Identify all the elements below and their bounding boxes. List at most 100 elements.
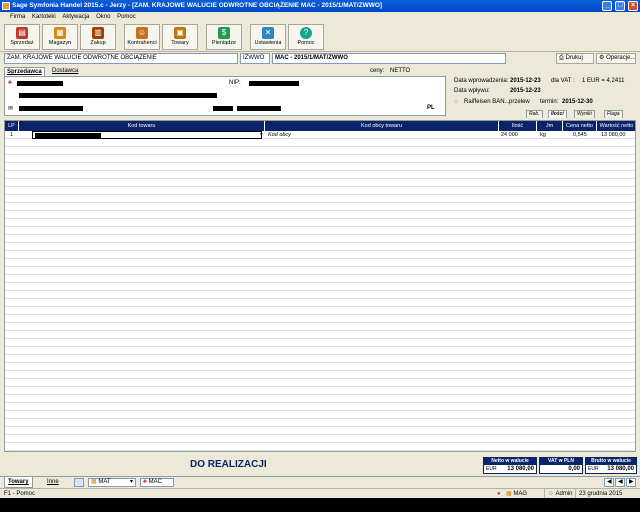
module-icon: ▦: [506, 491, 512, 497]
sales-button[interactable]: ▤ Sprzedaż: [4, 24, 40, 50]
tab-ilosci[interactable]: Ilości: [548, 110, 567, 118]
notes-icon[interactable]: [74, 478, 84, 487]
window-title: Sage Symfonia Handel 2015.c - Jerzy - [Z…: [12, 2, 383, 9]
tab-wyniki[interactable]: Wyniki: [574, 110, 595, 118]
bank-name[interactable]: Raiffeisen BAN...: [464, 99, 510, 105]
close-button[interactable]: ×: [628, 1, 638, 11]
menu-pomoc[interactable]: Pomoc: [117, 12, 136, 22]
minimize-button[interactable]: _: [602, 1, 613, 11]
menu-aktywacja[interactable]: Aktywacja: [62, 12, 89, 22]
document-code-field[interactable]: IZWWO: [240, 53, 270, 64]
envelope-icon: ✉: [8, 106, 14, 112]
redacted-street: [19, 106, 83, 111]
goods-icon: ▣: [174, 27, 186, 39]
taskbar: [0, 498, 640, 512]
invoice-icon: ▤: [16, 27, 28, 39]
status-bar: F1 - Pomoc ● ▦ MAG ☺ Admin 23 grudnia 20…: [0, 488, 640, 499]
warehouse-button[interactable]: ▦ Magazyn: [42, 24, 78, 50]
tab-towary[interactable]: Towary: [4, 477, 33, 488]
company-icon: ♣: [143, 479, 147, 485]
menu-kartoteki[interactable]: Kartoteki: [32, 12, 56, 22]
col-lp[interactable]: LP: [5, 121, 19, 131]
goods-button[interactable]: ▣ Towary: [162, 24, 198, 50]
document-header: ZAM. KRAJOWE WALUCIE ODWROTNE OBCIĄŻENIE…: [0, 53, 640, 65]
grid-header: LP Kod towaru Kod obcy towaru Ilość Jm C…: [5, 121, 635, 131]
items-grid[interactable]: LP Kod towaru Kod obcy towaru Ilość Jm C…: [4, 120, 636, 452]
redacted-name: [17, 81, 63, 86]
redacted-code: [35, 133, 101, 138]
money-icon: $: [218, 27, 230, 39]
print-button[interactable]: ⎙ Drukuj: [556, 53, 594, 64]
row-price[interactable]: 0,545: [573, 132, 587, 139]
col-value[interactable]: Wartość netto: [597, 121, 635, 131]
company-select[interactable]: ♣ MAC: [140, 478, 174, 487]
tab-supplier[interactable]: Dostawca: [52, 67, 78, 76]
purchase-icon: ▥: [92, 27, 104, 39]
date-received-label: Data wprowadzenia:: [454, 78, 509, 84]
document-type-field[interactable]: ZAM. KRAJOWE WALUCIE ODWROTNE OBCIĄŻENIE: [4, 53, 238, 64]
main-toolbar: ▤ Sprzedaż ▦ Magazyn ▥ Zakup ☺ Kontrahen…: [0, 22, 640, 52]
maximize-button[interactable]: □: [615, 1, 626, 11]
help-icon: ?: [300, 27, 312, 39]
app-icon: [2, 2, 10, 10]
tab-inne[interactable]: Inne: [44, 477, 62, 488]
col-foreign-code[interactable]: Kod obcy towaru: [265, 121, 499, 131]
date-inflow-label: Data wpływu:: [454, 88, 490, 94]
money-button[interactable]: $ Pieniądze: [206, 24, 242, 50]
vat-label: dla VAT :: [551, 78, 575, 84]
nip-label: NIP:: [229, 80, 241, 86]
menu-bar: Firma Kartoteki Aktywacja Okno Pomoc: [0, 12, 640, 22]
dropdown-arrow-icon[interactable]: ▾: [260, 132, 263, 139]
col-qty[interactable]: Ilość: [499, 121, 537, 131]
redacted-nip: [249, 81, 299, 86]
person-icon: ♣: [8, 80, 12, 86]
row-code-input[interactable]: [32, 131, 262, 139]
redacted-address: [19, 93, 217, 98]
bank-icon: ⌂: [454, 99, 458, 105]
exchange-rate[interactable]: 1 EUR = 4,2411: [582, 78, 624, 84]
row-unit[interactable]: kg: [540, 132, 546, 139]
row-foreign-code[interactable]: Kod obcy: [268, 132, 291, 139]
settings-icon: ✕: [262, 27, 274, 39]
help-button[interactable]: ? Pomoc: [288, 24, 324, 50]
due-date[interactable]: 2015-12-30: [562, 99, 593, 105]
redacted-city: [237, 106, 281, 111]
operations-button[interactable]: ⚙ Operacje...: [596, 53, 636, 64]
row-qty[interactable]: 24 000: [501, 132, 518, 139]
warehouse-select[interactable]: ▦ MAT ▾: [88, 478, 136, 487]
prev-page-button[interactable]: ◀: [615, 478, 625, 487]
contractors-button[interactable]: ☺ Kontrahenci: [124, 24, 160, 50]
warehouse-icon: ▦: [54, 27, 66, 39]
row-lp[interactable]: 1: [10, 132, 13, 139]
menu-firma[interactable]: Firma: [10, 12, 25, 22]
chevron-down-icon: ▾: [129, 479, 133, 485]
row-value[interactable]: 13 080,00: [601, 132, 625, 139]
col-unit[interactable]: Jm: [537, 121, 563, 131]
warehouse-icon: ▦: [91, 479, 97, 485]
country-code: PL: [427, 105, 435, 111]
settings-button[interactable]: ✕ Ustawienia: [250, 24, 286, 50]
next-page-button[interactable]: ▶: [626, 478, 636, 487]
total-gross-currency: Brutto w walucie EUR 13 080,00: [585, 457, 637, 474]
prices-label: ceny:: [370, 68, 385, 74]
contacts-icon: ☺: [136, 27, 148, 39]
redacted-postcode: [213, 106, 233, 111]
tab-rabat[interactable]: Rab.: [526, 110, 543, 118]
user-icon: ☺: [548, 491, 555, 497]
detail-tabs: Rab. Ilości Wyniki Flaga: [526, 110, 636, 118]
document-status: DO REALIZACJI: [190, 459, 267, 470]
first-page-button[interactable]: ◀: [604, 478, 614, 487]
document-number-field[interactable]: MAC - 2015/1/MAT/ZWWO: [272, 53, 506, 64]
col-price[interactable]: Cena netto: [563, 121, 597, 131]
date-received[interactable]: 2015-12-23: [510, 78, 541, 84]
payment-method[interactable]: przelew: [509, 99, 530, 105]
prices-value: NETTO: [390, 68, 411, 74]
col-code[interactable]: Kod towaru: [19, 121, 265, 131]
menu-okno[interactable]: Okno: [96, 12, 110, 22]
purchase-button[interactable]: ▥ Zakup: [80, 24, 116, 50]
window-controls: _ □ ×: [601, 1, 638, 11]
party-panel[interactable]: ♣ NIP: ✉ PL: [4, 76, 446, 116]
date-inflow[interactable]: 2015-12-23: [510, 88, 541, 94]
gear-icon: ⚙: [599, 55, 605, 61]
tab-flaga[interactable]: Flaga: [604, 110, 623, 118]
